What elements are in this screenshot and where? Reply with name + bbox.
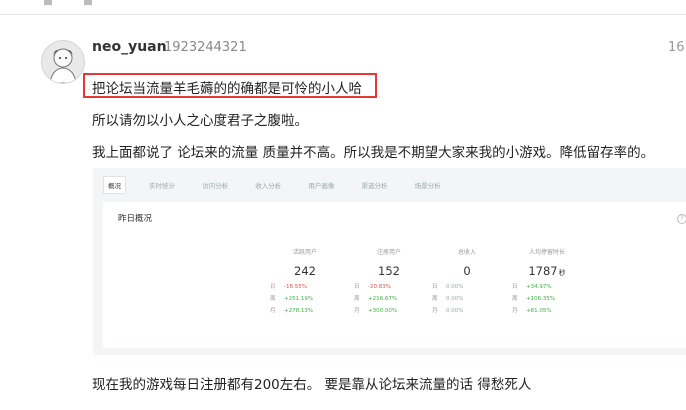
- metric-avg-duration: 人均停留时长 1787秒 日 +34.97% 周 +106.35% 月 +81.05%: [512, 247, 602, 314]
- metric-value: 1787秒: [528, 264, 566, 278]
- embedded-screenshot: 概况 实时统计 访问分析 收入分析 用户画像 渠道分析 场景分析 昨日概况 ? …: [93, 168, 686, 355]
- metric-label: 活跃用户: [292, 249, 317, 256]
- post-line: 我上面都说了 论坛来的流量 质量并不高。所以我是不期望大家来我的小游戏。降低留存…: [92, 145, 655, 161]
- metric-total-revenue: 总收入 0 日 0.00% 周 0.00% 月 0.00%: [432, 247, 522, 314]
- metric-value: 152: [378, 264, 400, 278]
- metric-row: 日 -20.83%: [354, 284, 391, 290]
- tab-revenue[interactable]: 收入分析: [251, 177, 285, 193]
- metric-row: 周 +106.35%: [512, 296, 556, 302]
- metric-value: 242: [294, 264, 316, 278]
- metric-row: 月 +278.13%: [270, 308, 314, 314]
- metric-row: 月 +300.00%: [354, 308, 398, 314]
- metric-row: 月 0.00%: [432, 308, 464, 314]
- metric-row: 周 0.00%: [432, 296, 464, 302]
- metric-row: 周 +216.67%: [354, 296, 398, 302]
- username[interactable]: neo_yuan: [92, 39, 167, 55]
- square-icon: [84, 0, 92, 5]
- tab-visits[interactable]: 访问分析: [198, 177, 232, 193]
- tab-scenes[interactable]: 场景分析: [411, 177, 445, 193]
- tab-realtime[interactable]: 实时统计: [145, 177, 179, 193]
- metric-registered-users: 注册用户 152 日 -20.83% 周 +216.67% 月 +300.00%: [354, 247, 444, 314]
- user-id: 1923244321: [164, 40, 247, 55]
- highlight-box: [83, 73, 377, 98]
- avatar-image-icon: [49, 48, 77, 83]
- top-bar-item[interactable]: [84, 0, 96, 8]
- top-bar-item[interactable]: [44, 0, 56, 8]
- metric-value: 0: [463, 264, 471, 278]
- tab-users[interactable]: 用户画像: [304, 177, 338, 193]
- tab-channels[interactable]: 渠道分析: [357, 177, 391, 193]
- card-title: 昨日概况: [118, 214, 153, 224]
- metric-label: 总收入: [457, 249, 476, 256]
- metric-label: 注册用户: [376, 249, 401, 256]
- metric-row: 日 -16.55%: [270, 284, 307, 290]
- overview-card: 昨日概况 ? 活跃用户 242 日 -16.55% 周 +251.19% 月 +278…: [103, 202, 686, 348]
- avatar[interactable]: [41, 40, 85, 84]
- help-icon[interactable]: ?: [677, 214, 686, 224]
- metric-active-users: 活跃用户 242 日 -16.55% 周 +251.19% 月 +278.13%: [270, 247, 360, 314]
- top-bar: [0, 0, 686, 15]
- square-icon: [44, 0, 52, 5]
- metric-row: 日 0.00%: [432, 284, 464, 290]
- post-line: 所以请勿以小人之心度君子之腹啦。: [92, 113, 308, 129]
- post-floor: 16: [668, 40, 685, 55]
- metric-row: 日 +34.97%: [512, 284, 552, 290]
- dashboard-tabs: 概况 实时统计 访问分析 收入分析 用户画像 渠道分析 场景分析: [103, 173, 459, 194]
- metric-label: 人均停留时长: [528, 249, 565, 256]
- tab-overview[interactable]: 概况: [103, 176, 126, 194]
- metric-row: 月 +81.05%: [512, 308, 552, 314]
- post-line-footer: 现在我的游戏每日注册都有200左右。 要是靠从论坛来流量的话 得愁死人: [92, 377, 532, 393]
- metric-row: 周 +251.19%: [270, 296, 314, 302]
